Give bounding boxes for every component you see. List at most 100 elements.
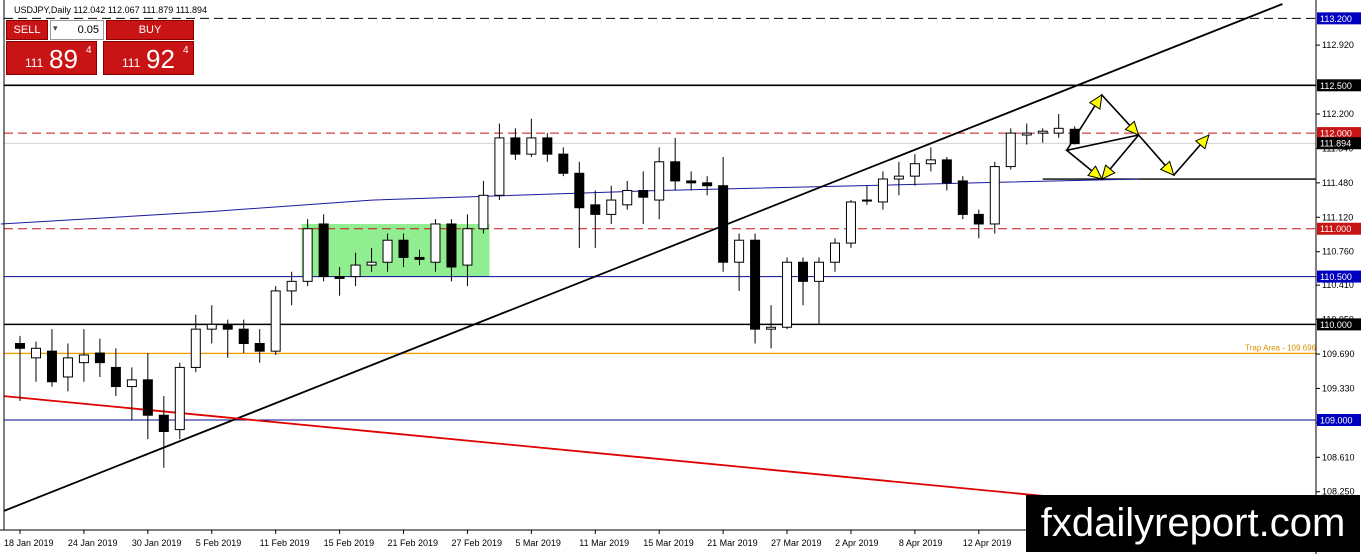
candle — [782, 257, 793, 330]
candle-body — [957, 180, 968, 215]
candle-body — [526, 137, 537, 155]
candle-body — [829, 242, 840, 263]
x-tick-label: 2 Apr 2019 — [835, 538, 879, 548]
y-tick-label: 111.120 — [1322, 212, 1353, 222]
candle-body — [670, 161, 681, 182]
candle-body — [606, 199, 617, 215]
trap-area-label: Trap Area - 109.696 — [1245, 343, 1316, 352]
candle — [270, 286, 281, 355]
chart: 112.920112.200111.840111.480111.120110.7… — [0, 0, 1362, 554]
candle-body — [238, 328, 249, 345]
consolidation-zone — [301, 223, 490, 277]
y-tick-label: 108.610 — [1322, 452, 1355, 462]
lot-size-input[interactable]: 0.05 — [50, 20, 104, 40]
candle-body — [190, 328, 201, 368]
candle-body — [398, 239, 409, 258]
level-111000-label: 111.000 — [1320, 224, 1351, 234]
candle-body — [750, 239, 761, 330]
sell-price[interactable]: 111 89 4 — [6, 41, 97, 75]
candle-body — [1005, 132, 1016, 168]
candle-body — [382, 239, 393, 263]
level-110000-label: 110.000 — [1320, 320, 1352, 330]
x-tick-label: 15 Mar 2019 — [643, 538, 694, 548]
candle-body — [590, 204, 601, 215]
candle — [957, 176, 968, 220]
candle-body — [94, 352, 105, 364]
y-tick-label: 110.760 — [1322, 247, 1354, 257]
y-tick-label: 111.480 — [1322, 178, 1353, 188]
candle-body — [1021, 132, 1032, 136]
candle-body — [622, 189, 633, 206]
buy-price[interactable]: 111 92 4 — [103, 41, 194, 75]
candle-body — [174, 366, 185, 431]
x-tick-label: 8 Apr 2019 — [899, 538, 943, 548]
candle-body — [350, 264, 361, 278]
sell-button-label: SELL — [13, 24, 41, 36]
x-tick-label: 24 Jan 2019 — [68, 538, 118, 548]
candle-body — [430, 223, 441, 263]
buy-button[interactable]: BUY — [106, 20, 194, 40]
x-tick-label: 5 Mar 2019 — [515, 538, 561, 548]
y-tick-label: 112.200 — [1322, 109, 1354, 119]
candle — [1005, 128, 1016, 170]
candle-body — [574, 172, 585, 209]
candle — [174, 362, 185, 440]
candle-body — [78, 354, 89, 364]
sell-button[interactable]: SELL — [6, 20, 48, 40]
candle-body — [478, 194, 489, 230]
candle-body — [318, 223, 329, 278]
sell-price-fraction: 4 — [86, 45, 92, 56]
lot-size-value: 0.05 — [77, 24, 99, 36]
level-113200-label: 113.200 — [1320, 14, 1352, 24]
candle-body — [46, 350, 57, 383]
candle-body — [15, 343, 25, 349]
candle-body — [286, 280, 297, 292]
price-chart-svg: 112.920112.200111.840111.480111.120110.7… — [0, 0, 1362, 554]
candle-body — [206, 323, 217, 330]
candle-body — [766, 326, 777, 330]
candle-body — [366, 261, 377, 266]
candle-body — [798, 261, 809, 282]
candle — [302, 219, 313, 287]
buy-price-pips: 92 — [146, 44, 175, 74]
buy-price-fraction: 4 — [183, 45, 189, 56]
level-110500-label: 110.500 — [1320, 272, 1352, 282]
candle-body — [558, 153, 569, 174]
candle — [989, 161, 1000, 234]
candle-body — [222, 323, 233, 330]
candle-body — [494, 137, 505, 196]
candle-body — [110, 366, 121, 388]
level-109000-label: 109.000 — [1320, 416, 1353, 426]
candle-body — [718, 185, 729, 263]
y-tick-label: 109.330 — [1322, 383, 1355, 393]
candle-body — [941, 159, 952, 184]
candle-body — [30, 347, 41, 359]
candle-body — [254, 343, 265, 352]
y-tick-label: 109.690 — [1322, 349, 1355, 359]
candle — [845, 200, 856, 248]
candle-body — [446, 223, 457, 268]
buy-price-prefix: 111 — [122, 56, 141, 70]
candle-body — [302, 228, 313, 282]
level-111894-label: 111.894 — [1320, 139, 1351, 149]
candle-body — [62, 357, 73, 378]
level-112000-label: 112.000 — [1320, 129, 1352, 139]
candle-body — [909, 163, 920, 177]
x-tick-label: 27 Feb 2019 — [451, 538, 502, 548]
candle-body — [1053, 127, 1064, 134]
lot-decrease-icon[interactable]: ▾ — [53, 23, 58, 34]
sell-price-prefix: 111 — [25, 56, 44, 70]
candle — [750, 233, 761, 344]
candle-body — [142, 379, 153, 416]
candle-body — [845, 201, 856, 244]
x-tick-label: 12 Apr 2019 — [963, 538, 1012, 548]
candle-body — [654, 161, 665, 201]
candle-body — [1037, 130, 1048, 134]
candle-body — [925, 159, 936, 165]
x-tick-label: 21 Mar 2019 — [707, 538, 758, 548]
x-tick-label: 30 Jan 2019 — [132, 538, 182, 548]
x-tick-label: 21 Feb 2019 — [388, 538, 439, 548]
candle-body — [638, 189, 649, 198]
candle-body — [542, 137, 553, 155]
candle-body — [782, 261, 793, 328]
